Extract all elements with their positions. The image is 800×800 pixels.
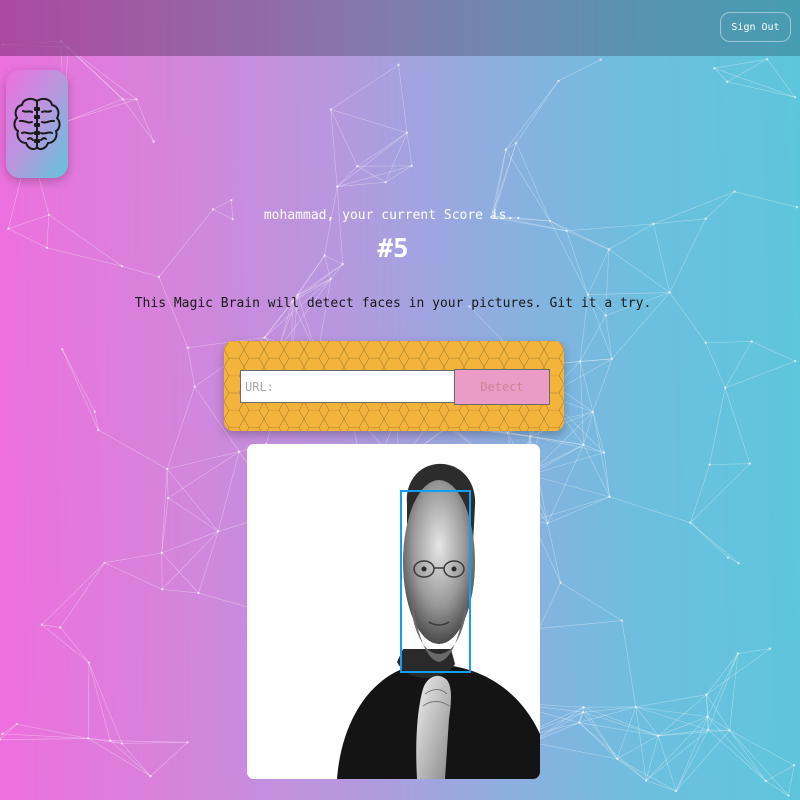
detect-button[interactable]: Detect — [454, 369, 550, 405]
top-navigation: Sign Out — [0, 0, 800, 56]
score-greeting: mohammad, your current Score is.. — [263, 208, 523, 223]
face-image-container — [247, 444, 540, 779]
brain-icon — [13, 97, 61, 151]
intro-text: This Magic Brain will detect faces in yo… — [134, 296, 652, 311]
sign-out-button[interactable]: Sign Out — [720, 12, 791, 42]
portrait-photo — [247, 444, 540, 779]
face-bounding-box — [400, 490, 471, 673]
logo[interactable] — [6, 70, 68, 178]
score-value: #5 — [377, 234, 409, 264]
url-input[interactable] — [240, 370, 455, 403]
image-link-form: Detect — [224, 341, 564, 431]
